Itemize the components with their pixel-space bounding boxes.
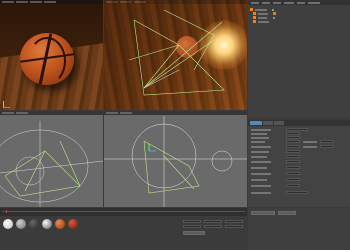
object-name	[258, 17, 267, 19]
viewport-menu-view[interactable]	[2, 1, 14, 3]
attr-label	[251, 173, 271, 175]
attr-label	[251, 146, 271, 148]
basketball-material[interactable]	[55, 219, 65, 229]
attr-label	[251, 133, 267, 135]
menu-edit[interactable]	[262, 2, 270, 4]
attr-label	[303, 146, 317, 148]
attr-label	[251, 156, 267, 158]
camera-icon	[253, 12, 256, 15]
tab-object[interactable]	[274, 121, 284, 125]
attr-label	[251, 192, 271, 194]
menu-view[interactable]	[273, 2, 281, 4]
scene-wireframe	[104, 116, 247, 207]
viewport-menu-options[interactable]	[44, 1, 56, 3]
timeline-marker[interactable]	[6, 210, 7, 213]
attr-field[interactable]	[286, 128, 308, 131]
panel-button[interactable]	[251, 211, 275, 215]
viewport-menu-bar	[0, 0, 103, 4]
attr-field[interactable]	[286, 140, 300, 143]
coordinate-manager	[181, 216, 247, 250]
attr-field[interactable]	[286, 166, 300, 169]
menu-bookmarks[interactable]	[308, 2, 320, 4]
menu-file[interactable]	[251, 2, 259, 4]
attr-field[interactable]	[320, 145, 334, 148]
viewport-menu-display[interactable]	[30, 1, 42, 3]
perspective-viewport-render[interactable]	[0, 0, 103, 110]
coord-field[interactable]	[204, 225, 222, 228]
attr-label	[251, 161, 271, 163]
object-row[interactable]	[253, 20, 348, 24]
attr-label	[251, 129, 271, 131]
attr-field[interactable]	[286, 150, 300, 153]
sphere-icon	[253, 20, 256, 23]
tag-icon[interactable]	[273, 12, 276, 15]
null-object-icon	[250, 8, 253, 11]
timeline[interactable]	[0, 208, 247, 216]
vp-axis-icon	[3, 101, 10, 108]
attr-field[interactable]	[286, 178, 300, 181]
panel-button[interactable]	[278, 211, 296, 215]
light-icon	[253, 16, 256, 19]
material-manager	[0, 216, 180, 250]
attr-field[interactable]	[286, 172, 300, 175]
attr-field[interactable]	[286, 136, 300, 139]
coord-field[interactable]	[225, 225, 243, 228]
viewport-menu-cameras[interactable]	[16, 1, 28, 3]
coord-field[interactable]	[183, 220, 201, 223]
object-manager	[248, 0, 350, 118]
apply-button[interactable]	[183, 231, 205, 235]
attr-field[interactable]	[286, 155, 300, 158]
attr-label	[251, 151, 269, 153]
attribute-bottom-panel	[248, 208, 350, 250]
attr-label	[303, 141, 317, 143]
chrome-material[interactable]	[42, 219, 52, 229]
attr-field[interactable]	[286, 145, 300, 148]
attr-label	[251, 137, 269, 139]
object-name	[255, 9, 267, 11]
white-material[interactable]	[3, 219, 13, 229]
light-cone-wireframe	[128, 9, 225, 96]
attr-label	[251, 167, 267, 169]
object-name	[258, 13, 268, 15]
visibility-dots[interactable]	[273, 17, 275, 19]
red-material[interactable]	[68, 219, 78, 229]
coord-field[interactable]	[225, 220, 243, 223]
tab-basic[interactable]	[250, 121, 262, 125]
tab-coord[interactable]	[263, 121, 273, 125]
front-viewport-wireframe[interactable]	[0, 111, 103, 207]
perspective-viewport-lit[interactable]	[104, 0, 247, 110]
menu-objects[interactable]	[284, 2, 294, 4]
attr-label	[251, 185, 271, 187]
attr-label	[251, 179, 267, 181]
attr-field[interactable]	[320, 140, 334, 143]
menu-tags[interactable]	[297, 2, 305, 4]
basketball	[20, 33, 74, 85]
object-manager-menu	[248, 0, 350, 5]
attr-field[interactable]	[286, 160, 300, 163]
attr-field[interactable]	[286, 191, 308, 194]
visibility-dots[interactable]	[272, 9, 274, 11]
timeline-track	[2, 211, 245, 212]
attr-label	[251, 141, 265, 143]
object-name	[258, 21, 269, 23]
scene-wireframe	[0, 121, 103, 207]
dark-material[interactable]	[29, 219, 39, 229]
top-viewport-wireframe[interactable]	[104, 111, 247, 207]
attr-field[interactable]	[286, 132, 300, 135]
attr-field[interactable]	[286, 184, 300, 187]
attribute-manager	[248, 120, 350, 207]
attribute-tabs	[248, 120, 350, 126]
coord-field[interactable]	[183, 225, 201, 228]
gray-material[interactable]	[16, 219, 26, 229]
coord-field[interactable]	[204, 220, 222, 223]
